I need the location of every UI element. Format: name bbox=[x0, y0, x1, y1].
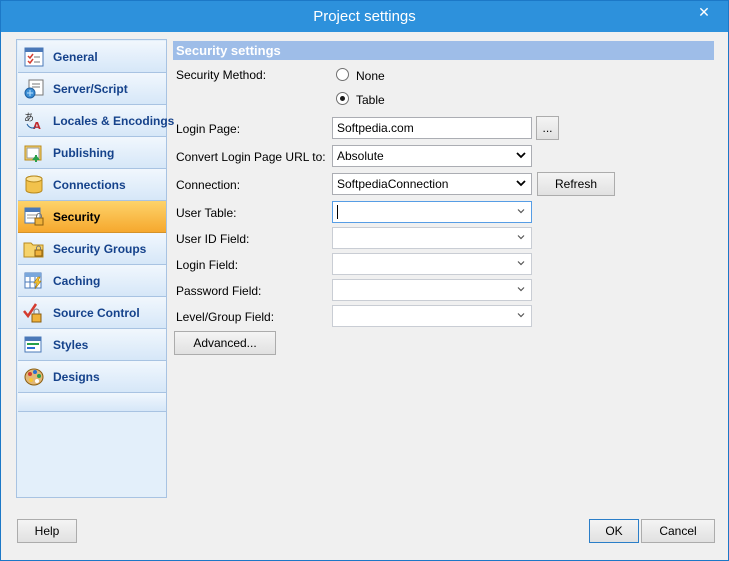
styles-icon bbox=[23, 335, 45, 355]
sidebar-filler bbox=[18, 393, 166, 412]
title-bar: Project settings ✕ bbox=[1, 1, 728, 32]
user-table-select[interactable] bbox=[332, 201, 532, 223]
designs-icon bbox=[23, 367, 45, 387]
convert-url-label: Convert Login Page URL to: bbox=[176, 150, 326, 164]
radio-none[interactable] bbox=[336, 68, 349, 81]
convert-url-value: Absolute bbox=[337, 149, 384, 163]
sidebar-item-label: Security bbox=[53, 210, 101, 224]
login-field-select[interactable] bbox=[332, 253, 532, 275]
login-field-label: Login Field: bbox=[176, 258, 239, 272]
sidebar-item-designs[interactable]: Designs bbox=[18, 361, 166, 393]
security-groups-icon bbox=[23, 239, 45, 259]
sidebar-item-label: Caching bbox=[53, 274, 101, 288]
general-icon bbox=[23, 47, 45, 67]
radio-table-label[interactable]: Table bbox=[356, 93, 385, 107]
chevron-down-icon bbox=[517, 261, 525, 266]
sidebar-item-label: Connections bbox=[53, 178, 126, 192]
window-title: Project settings bbox=[313, 8, 416, 25]
sidebar-item-server-script[interactable]: Server/Script bbox=[18, 73, 166, 105]
sidebar-item-label: Designs bbox=[53, 370, 100, 384]
radio-table[interactable] bbox=[336, 92, 349, 105]
refresh-button[interactable]: Refresh bbox=[537, 172, 615, 196]
settings-sidebar: General Server/Script あA Locales & Encod… bbox=[16, 39, 174, 498]
close-button[interactable]: ✕ bbox=[688, 1, 720, 23]
chevron-down-icon bbox=[517, 313, 525, 318]
help-button[interactable]: Help bbox=[17, 519, 77, 543]
sidebar-item-connections[interactable]: Connections bbox=[18, 169, 166, 201]
user-table-label: User Table: bbox=[176, 206, 237, 220]
browse-button[interactable]: ... bbox=[536, 116, 559, 140]
connection-select[interactable]: SoftpediaConnection bbox=[332, 173, 532, 195]
server-script-icon bbox=[23, 79, 45, 99]
sidebar-item-label: Source Control bbox=[53, 306, 140, 320]
radio-none-label[interactable]: None bbox=[356, 69, 385, 83]
sidebar-item-label: Styles bbox=[53, 338, 89, 352]
chevron-down-icon bbox=[517, 235, 525, 240]
publishing-icon bbox=[23, 143, 45, 163]
connection-label: Connection: bbox=[176, 178, 241, 192]
password-field-select[interactable] bbox=[332, 279, 532, 301]
security-method-label: Security Method: bbox=[176, 68, 267, 82]
sidebar-item-label: Publishing bbox=[53, 146, 115, 160]
level-group-select[interactable] bbox=[332, 305, 532, 327]
sidebar-item-security-groups[interactable]: Security Groups bbox=[18, 233, 166, 265]
sidebar-item-label: Locales & Encodings bbox=[53, 114, 175, 128]
chevron-down-icon bbox=[517, 287, 525, 292]
sidebar-item-label: Security Groups bbox=[53, 242, 147, 256]
sidebar-item-general[interactable]: General bbox=[18, 41, 166, 73]
sidebar-item-caching[interactable]: Caching bbox=[18, 265, 166, 297]
svg-text:A: A bbox=[33, 121, 41, 131]
sidebar-item-publishing[interactable]: Publishing bbox=[18, 137, 166, 169]
security-icon bbox=[23, 207, 45, 227]
sidebar-item-label: Server/Script bbox=[53, 82, 128, 96]
sidebar-item-styles[interactable]: Styles bbox=[18, 329, 166, 361]
advanced-button[interactable]: Advanced... bbox=[174, 331, 276, 355]
text-caret bbox=[337, 205, 338, 219]
sidebar-item-source-control[interactable]: Source Control bbox=[18, 297, 166, 329]
ok-button[interactable]: OK bbox=[589, 519, 639, 543]
login-page-input[interactable]: Softpedia.com bbox=[332, 117, 532, 139]
chevron-down-icon bbox=[517, 209, 525, 214]
section-header: Security settings bbox=[173, 41, 714, 60]
sidebar-item-security[interactable]: Security bbox=[18, 201, 166, 233]
locales-icon: あA bbox=[23, 111, 45, 132]
convert-url-select[interactable]: Absolute bbox=[332, 145, 532, 167]
user-id-select[interactable] bbox=[332, 227, 532, 249]
sidebar-item-label: General bbox=[53, 50, 98, 64]
source-control-icon bbox=[23, 303, 45, 323]
connections-icon bbox=[23, 175, 45, 195]
caching-icon bbox=[23, 271, 45, 291]
chevron-down-icon bbox=[516, 180, 526, 187]
level-group-label: Level/Group Field: bbox=[176, 310, 275, 324]
login-page-label: Login Page: bbox=[176, 122, 241, 136]
user-id-label: User ID Field: bbox=[176, 232, 250, 246]
chevron-down-icon bbox=[516, 152, 526, 159]
sidebar-item-locales[interactable]: あA Locales & Encodings bbox=[18, 105, 174, 137]
project-settings-window: Project settings ✕ General Server/Script… bbox=[0, 0, 729, 561]
connection-value: SoftpediaConnection bbox=[337, 177, 449, 191]
password-field-label: Password Field: bbox=[176, 284, 262, 298]
cancel-button[interactable]: Cancel bbox=[641, 519, 715, 543]
